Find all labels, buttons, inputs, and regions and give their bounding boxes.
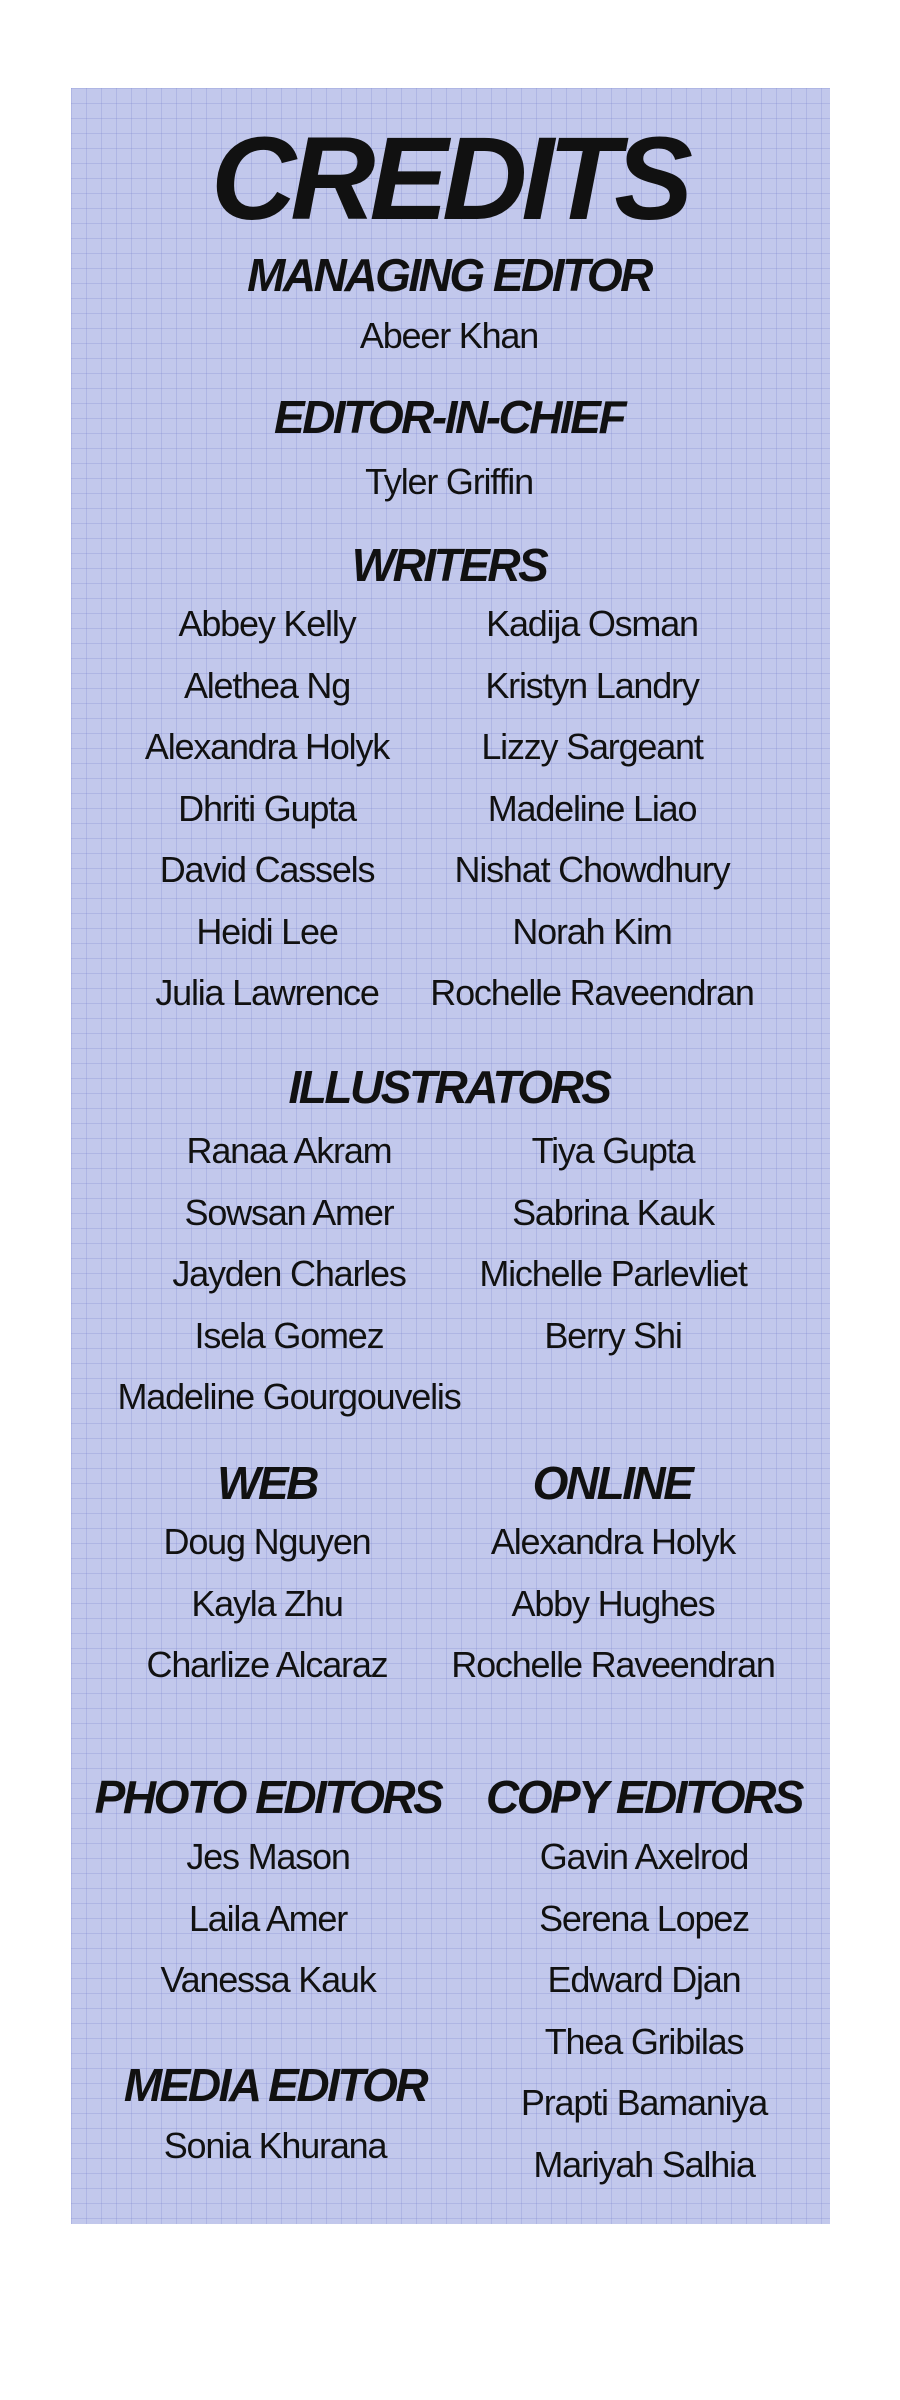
- editor-in-chief-name: Tyler Griffin: [365, 461, 534, 502]
- writer-name: Lizzy Sargeant: [481, 726, 704, 767]
- writer-name: Alexandra Holyk: [144, 726, 390, 767]
- writer-name: Alethea Ng: [183, 664, 351, 706]
- copy-editor-name: Serena Lopez: [539, 1897, 750, 1939]
- page-title: CREDITS: [211, 113, 693, 245]
- writer-name: Heidi Lee: [196, 910, 339, 952]
- online-name: Abby Hughes: [511, 1582, 716, 1624]
- illustrator-name: Sowsan Amer: [184, 1191, 395, 1233]
- online-name: Rochelle Raveendran: [451, 1644, 776, 1685]
- managing-editor-name: Abeer Khan: [359, 315, 539, 356]
- writer-name: Kristyn Landry: [485, 664, 700, 706]
- web-name: Charlize Alcaraz: [146, 1644, 389, 1685]
- online-name: Alexandra Holyk: [490, 1521, 736, 1562]
- writer-name: Nishat Chowdhury: [454, 849, 731, 890]
- copy-editor-name: Mariyah Salhia: [533, 2143, 756, 2185]
- managing-editor-heading: MANAGING EDITOR: [247, 249, 653, 301]
- writer-name: Norah Kim: [512, 910, 672, 952]
- photo-editor-name: Jes Mason: [186, 1836, 350, 1877]
- photo-editor-name: Laila Amer: [188, 1897, 348, 1939]
- copy-editor-name: Thea Gribilas: [544, 2020, 745, 2062]
- photo-editors-heading: PHOTO EDITORS: [94, 1771, 444, 1823]
- illustrator-name: Michelle Parlevliet: [479, 1253, 748, 1294]
- writer-name: Julia Lawrence: [155, 972, 380, 1013]
- illustrator-name: Tiya Gupta: [531, 1130, 696, 1171]
- writer-name: Dhriti Gupta: [178, 787, 357, 829]
- writer-name: David Cassels: [159, 849, 376, 890]
- writer-name: Kadija Osman: [486, 603, 699, 644]
- illustrator-name: Sabrina Kauk: [512, 1191, 715, 1233]
- writer-name: Abbey Kelly: [178, 603, 357, 644]
- online-heading: ONLINE: [532, 1457, 694, 1509]
- editor-in-chief-heading: EDITOR-IN-CHIEF: [273, 391, 627, 443]
- web-name: Doug Nguyen: [163, 1521, 372, 1562]
- illustrator-name: Ranaa Akram: [186, 1130, 393, 1171]
- writer-name: Madeline Liao: [487, 787, 698, 829]
- copy-editors-heading: COPY EDITORS: [486, 1771, 804, 1823]
- copy-editor-name: Edward Djan: [547, 1959, 742, 2000]
- illustrator-name: Berry Shi: [544, 1314, 682, 1356]
- media-editor-heading: MEDIA EDITOR: [123, 2059, 429, 2111]
- copy-editor-name: Prapti Bamaniya: [520, 2082, 768, 2123]
- illustrator-name: Isela Gomez: [194, 1314, 385, 1356]
- web-heading: WEB: [217, 1457, 319, 1509]
- illustrators-heading: ILLUSTRATORS: [288, 1061, 612, 1113]
- photo-editor-name: Vanessa Kauk: [160, 1959, 376, 2000]
- illustrator-name: Jayden Charles: [172, 1253, 407, 1294]
- web-name: Kayla Zhu: [191, 1582, 343, 1624]
- media-editor-name: Sonia Khurana: [163, 2125, 388, 2166]
- writers-heading: WRITERS: [351, 539, 549, 591]
- writer-name: Rochelle Raveendran: [430, 972, 755, 1013]
- copy-editor-name: Gavin Axelrod: [539, 1836, 750, 1877]
- illustrator-name: Madeline Gourgouvelis: [117, 1376, 461, 1417]
